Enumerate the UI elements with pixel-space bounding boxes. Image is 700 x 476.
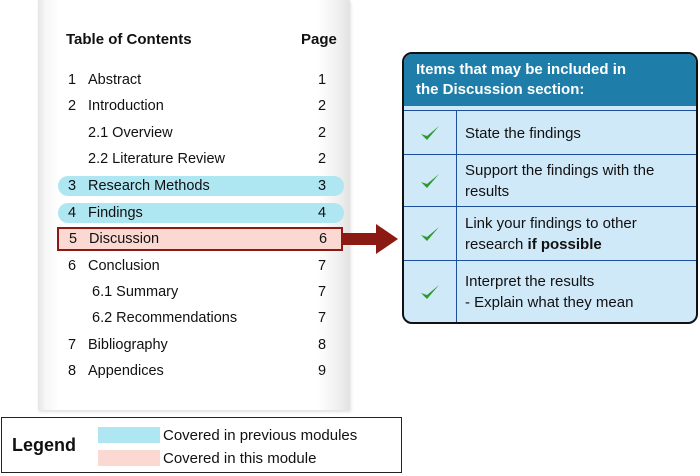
discussion-item-text-line2: - Explain what they mean [465,294,634,311]
toc-entry-discussion: 5 Discussion 6 [57,227,343,251]
legend-swatch-previous [98,427,160,443]
discussion-item-text: Support the findings with the [465,162,655,179]
discussion-item-text: State the findings [465,124,581,142]
toc-entry-page: 6 [319,231,328,247]
toc-subentry: 6.2 Recommendations 7 [58,308,344,328]
toc-entry-page: 7 [318,258,327,274]
toc-subentry: 2.2 Literature Review 2 [58,149,344,169]
toc-entry-number: 5 [69,231,78,247]
legend-label-current: Covered in this module [163,450,317,467]
table-of-contents-page: Table of Contents Page 1 Abstract 1 2 In… [38,0,350,410]
toc-entry-label: Conclusion [88,258,160,274]
toc-entry-page: 7 [318,310,327,326]
toc-entry-page: 2 [318,98,327,114]
toc-entry-number: 7 [68,337,77,353]
toc-entry-page: 9 [318,363,327,379]
check-icon [421,227,439,241]
toc-entry-label: 2.2 Literature Review [88,151,226,167]
toc-page-header: Page [301,31,337,48]
toc-entry: 6 Conclusion 7 [58,256,344,276]
discussion-heading-line2: the Discussion section: [416,81,585,98]
discussion-item-text-line2: results [465,183,510,200]
toc-entry-label: Findings [88,205,143,221]
check-icon [421,174,439,188]
legend-title: Legend [12,435,77,455]
toc-entry-label: 6.2 Recommendations [92,310,238,326]
toc-entry-label: 6.1 Summary [92,284,179,300]
toc-entry-number: 6 [68,258,77,274]
toc-entry-page: 3 [318,178,327,194]
check-icon [421,126,439,140]
discussion-items-box: Items that may be included in the Discus… [402,52,698,324]
toc-entry: 2 Introduction 2 [58,96,344,116]
toc-entry-label: Abstract [88,72,142,88]
toc-entry-number: 4 [68,205,77,221]
toc-entry-page: 2 [318,125,327,141]
toc-entry-label: Research Methods [88,178,210,194]
toc-entry-number: 3 [68,178,77,194]
toc-entry: 8 Appendices 9 [58,361,344,381]
legend: Legend Covered in previous modules Cover… [1,417,402,473]
discussion-heading-line1: Items that may be included in [416,61,627,78]
toc-entry-label: Discussion [89,231,160,247]
toc-entry-research-methods: 3 Research Methods 3 [58,176,344,196]
toc-subentry: 2.1 Overview 2 [58,123,344,143]
toc-entry-number: 8 [68,363,77,379]
toc-entry-page: 8 [318,337,327,353]
discussion-item: State the findings [404,110,696,155]
toc-entry-label: Bibliography [88,337,168,353]
discussion-box-heading: Items that may be included in the Discus… [404,54,696,106]
toc-entry-page: 2 [318,151,327,167]
check-icon [421,285,439,299]
toc-entry-label: Introduction [88,98,164,114]
discussion-item-text-line2: research [465,236,528,253]
toc-entry-label: Appendices [88,363,164,379]
toc-entry-page: 1 [318,72,327,88]
discussion-item-text: Interpret the results [465,273,595,290]
discussion-item: Support the findings with the results [404,154,696,207]
legend-swatch-current [98,450,160,466]
toc-entry-page: 7 [318,284,327,300]
toc-entry-number: 2 [68,98,77,114]
toc-entry-findings: 4 Findings 4 [58,203,344,223]
toc-entry-page: 4 [318,205,327,221]
discussion-item: Interpret the results - Explain what the… [404,260,696,322]
legend-label-previous: Covered in previous modules [163,427,358,444]
discussion-item-text: Link your findings to other [465,215,637,232]
discussion-item-emphasis: if possible [527,236,602,253]
toc-entry: 7 Bibliography 8 [58,335,344,355]
toc-entry-label: 2.1 Overview [88,125,173,141]
toc-subentry: 6.1 Summary 7 [58,282,344,302]
toc-entry-number: 1 [68,72,77,88]
right-arrow-icon [342,224,398,254]
toc-entry: 1 Abstract 1 [58,70,344,90]
toc-title: Table of Contents [66,31,192,48]
discussion-item: Link your findings to other research if … [404,206,696,261]
